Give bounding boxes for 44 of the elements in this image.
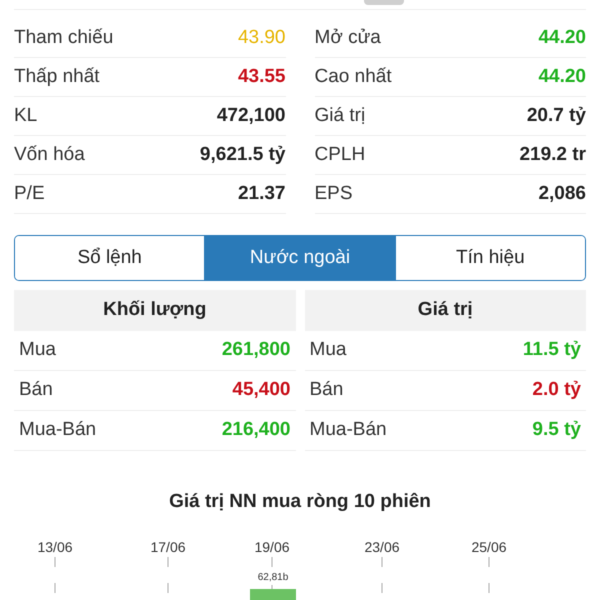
stat-label: Cao nhất — [314, 64, 392, 89]
row-value: 261,800 — [222, 338, 290, 362]
stat-value: 44.20 — [538, 64, 586, 89]
bar-value-label: 62,81b — [258, 570, 288, 584]
row-value: 45,400 — [232, 378, 290, 402]
stat-label: Vốn hóa — [14, 142, 85, 167]
stat-label: EPS — [314, 182, 353, 206]
stat-label: Giá trị — [314, 104, 366, 128]
stat-value: 43.55 — [238, 64, 286, 89]
date-label: 13/06 — [37, 538, 73, 556]
stat-value: 2,086 — [538, 182, 586, 206]
chart-title: Giá trị NN mua ròng 10 phiên — [168, 490, 432, 514]
stat-label: CPLH — [314, 142, 366, 167]
date-label: 17/06 — [150, 538, 186, 556]
stat-value: 21.37 — [238, 182, 286, 206]
date-label: 25/06 — [471, 538, 507, 556]
tab[interactable]: Nước ngoài — [204, 236, 395, 280]
row-value: 11.5 tỷ — [522, 338, 581, 362]
stat-value: 20.7 tỷ — [526, 104, 586, 128]
stat-value: 219.2 tr — [519, 142, 586, 167]
table-header: Khối lượng — [14, 290, 296, 331]
row-label: Bán — [310, 378, 344, 402]
stat-label: Mở cửa — [314, 26, 381, 50]
row-label: Bán — [19, 378, 53, 402]
stat-label: Tham chiếu — [14, 26, 114, 50]
stat-label: Thấp nhất — [14, 64, 100, 89]
stat-label: P/E — [14, 182, 45, 206]
row-label: Mua — [310, 338, 346, 362]
date-label: 23/06 — [364, 538, 400, 556]
stat-value: 9,621.5 tỷ — [200, 142, 286, 167]
drag-handle[interactable] — [364, 0, 404, 5]
row-label: Mua-Bán — [310, 418, 387, 442]
stat-value: 43.90 — [238, 26, 286, 50]
row-label: Mua — [19, 338, 56, 362]
stat-label: KL — [14, 104, 38, 128]
date-label: 19/06 — [254, 538, 290, 556]
row-value: 9.5 tỷ — [532, 418, 581, 442]
table-header: Giá trị — [304, 290, 586, 331]
row-value: 216,400 — [222, 418, 290, 442]
tab[interactable]: Tín hiệu — [394, 236, 585, 280]
row-label: Mua-Bán — [19, 418, 96, 442]
stat-value: 44.20 — [538, 26, 586, 50]
row-value: 2.0 tỷ — [532, 378, 581, 402]
stat-value: 472,100 — [216, 104, 286, 128]
